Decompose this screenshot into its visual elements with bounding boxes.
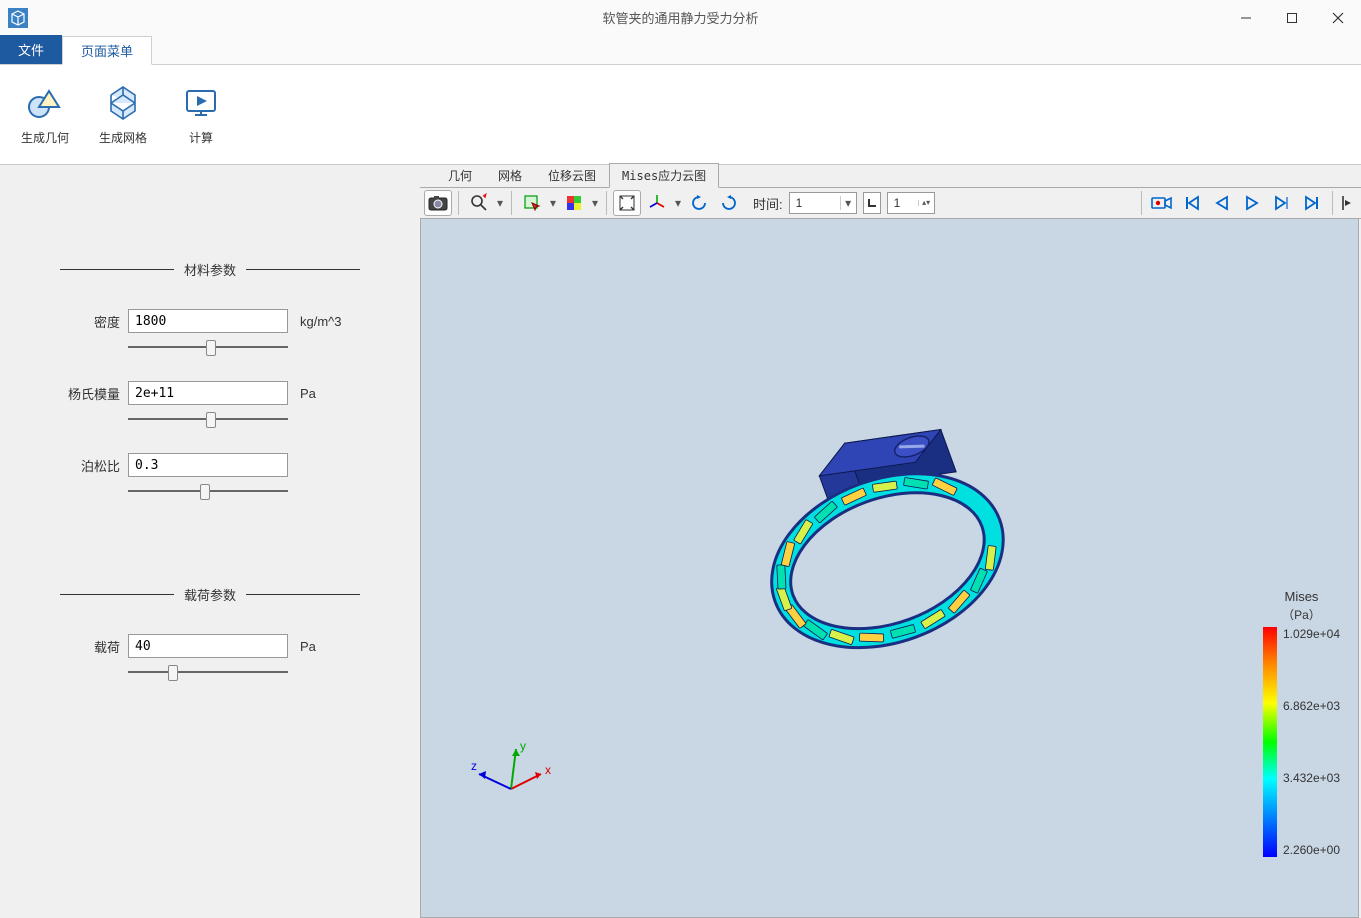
model-render [730, 379, 1050, 702]
rotate-ccw-button[interactable] [685, 190, 713, 216]
legend-gradient [1263, 627, 1277, 857]
time-combo-1[interactable]: 1▾ [789, 192, 857, 214]
close-button[interactable] [1315, 0, 1361, 35]
density-row: 密度 kg/m^3 [60, 309, 360, 333]
density-label: 密度 [60, 312, 120, 331]
app-icon [8, 8, 28, 28]
screenshot-button[interactable] [424, 190, 452, 216]
viewer-panel: 几何 网格 位移云图 Mises应力云图 ▾ ▾ [420, 165, 1361, 918]
density-slider[interactable] [128, 337, 288, 357]
legend-subtitle: （Pa） [1282, 606, 1321, 623]
sidebar: 材料参数 密度 kg/m^3 杨氏模量 Pa 泊松比 载荷参数 [0, 165, 420, 918]
window-title: 软管夹的通用静力受力分析 [602, 8, 758, 27]
title-bar: 软管夹的通用静力受力分析 [0, 0, 1361, 35]
density-input[interactable] [128, 309, 288, 333]
menu-tabs: 文件 页面菜单 [0, 35, 1361, 65]
load-unit: Pa [300, 639, 316, 654]
play-reverse-button[interactable] [1208, 190, 1236, 216]
tab-page-menu[interactable]: 页面菜单 [62, 36, 152, 65]
color-cube-button[interactable] [560, 190, 588, 216]
time-label: 时间: [753, 194, 783, 213]
legend-labels: 1.029e+04 6.862e+03 3.432e+03 2.260e+00 [1283, 627, 1340, 857]
generate-mesh-button[interactable]: 生成网格 [88, 83, 158, 146]
zoom-button[interactable] [465, 190, 493, 216]
youngs-row: 杨氏模量 Pa [60, 381, 360, 405]
play-button[interactable] [1238, 190, 1266, 216]
color-dropdown[interactable]: ▾ [590, 196, 600, 210]
window-controls [1223, 0, 1361, 35]
youngs-unit: Pa [300, 386, 316, 401]
maximize-button[interactable] [1269, 0, 1315, 35]
record-button[interactable] [1148, 190, 1176, 216]
poisson-label: 泊松比 [60, 456, 120, 475]
expand-button[interactable] [1339, 190, 1357, 216]
density-unit: kg/m^3 [300, 314, 342, 329]
poisson-slider[interactable] [128, 481, 288, 501]
ribbon: 生成几何 生成网格 计算 [0, 65, 1361, 165]
color-legend: Mises （Pa） 1.029e+04 6.862e+03 3.432e+03… [1263, 589, 1340, 857]
material-params-header: 材料参数 [60, 260, 360, 279]
viewport-3d[interactable]: x y z Mises （Pa） 1.029e+04 6.862e+ [420, 219, 1359, 918]
axis-triad: x y z [471, 734, 561, 817]
generate-geometry-button[interactable]: 生成几何 [10, 83, 80, 146]
mesh-icon [103, 83, 143, 123]
svg-text:z: z [471, 759, 477, 773]
load-slider[interactable] [128, 662, 288, 682]
load-row: 载荷 Pa [60, 634, 360, 658]
youngs-slider[interactable] [128, 409, 288, 429]
poisson-input[interactable] [128, 453, 288, 477]
tab-mesh[interactable]: 网格 [485, 163, 535, 187]
viewer-tabs: 几何 网格 位移云图 Mises应力云图 [420, 165, 1361, 187]
geometry-icon [25, 83, 65, 123]
ribbon-label: 生成几何 [21, 129, 69, 146]
rotate-cw-button[interactable] [715, 190, 743, 216]
tab-file[interactable]: 文件 [0, 35, 62, 64]
minimize-button[interactable] [1223, 0, 1269, 35]
viewer-toolbar: ▾ ▾ ▾ ▾ [420, 187, 1361, 219]
axes-view-button[interactable] [643, 190, 671, 216]
youngs-input[interactable] [128, 381, 288, 405]
load-input[interactable] [128, 634, 288, 658]
main: 材料参数 密度 kg/m^3 杨氏模量 Pa 泊松比 载荷参数 [0, 165, 1361, 918]
select-dropdown[interactable]: ▾ [548, 196, 558, 210]
svg-text:y: y [520, 739, 526, 753]
ribbon-label: 生成网格 [99, 129, 147, 146]
step-forward-button[interactable] [1268, 190, 1296, 216]
tab-geometry[interactable]: 几何 [435, 163, 485, 187]
fit-view-button[interactable] [613, 190, 641, 216]
axes-dropdown[interactable]: ▾ [673, 196, 683, 210]
legend-title: Mises [1284, 589, 1318, 604]
skip-end-button[interactable] [1298, 190, 1326, 216]
tab-mises[interactable]: Mises应力云图 [609, 163, 719, 188]
compute-button[interactable]: 计算 [166, 83, 236, 146]
select-mode-button[interactable] [518, 190, 546, 216]
time-combo-2[interactable]: 1 ▴▾ [887, 192, 935, 214]
svg-text:x: x [545, 763, 551, 777]
load-label: 载荷 [60, 637, 120, 656]
compute-icon [181, 83, 221, 123]
skip-start-button[interactable] [1178, 190, 1206, 216]
poisson-row: 泊松比 [60, 453, 360, 477]
tab-displacement[interactable]: 位移云图 [535, 163, 609, 187]
ribbon-label: 计算 [189, 129, 213, 146]
load-params-header: 载荷参数 [60, 585, 360, 604]
youngs-label: 杨氏模量 [60, 384, 120, 403]
zoom-dropdown[interactable]: ▾ [495, 196, 505, 210]
time-step-button[interactable] [863, 192, 881, 214]
